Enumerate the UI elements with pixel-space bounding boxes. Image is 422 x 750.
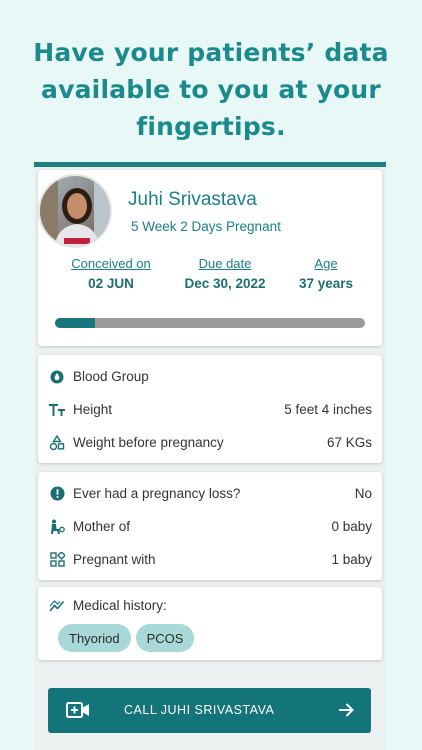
- row-label: Pregnant with: [73, 552, 156, 567]
- row-label: Height: [73, 402, 113, 417]
- call-patient-button[interactable]: CALL JUHI SRIVASTAVA: [48, 688, 371, 733]
- trend-chart-icon: [48, 597, 66, 615]
- list-item-pregnancy-loss[interactable]: Ever had a pregnancy loss? No: [48, 477, 372, 510]
- patient-profile-card: Juhi Srivastava 5 Week 2 Days Pregnant C…: [38, 170, 382, 346]
- call-button-label: CALL JUHI SRIVASTAVA: [124, 703, 275, 717]
- list-item-mother-of[interactable]: Mother of 0 baby: [48, 510, 372, 543]
- stat-due-date[interactable]: Due date Dec 30, 2022: [172, 256, 278, 291]
- list-item-weight[interactable]: Weight before pregnancy 67 KGs: [48, 426, 372, 459]
- pregnancy-status: 5 Week 2 Days Pregnant: [131, 219, 281, 234]
- pregnancy-history-card: Ever had a pregnancy loss? No Mother of …: [38, 472, 382, 580]
- row-value: 67 KGs: [326, 435, 372, 450]
- medical-history-header: Medical history:: [48, 589, 372, 622]
- pregnancy-progress-fill: [55, 318, 96, 328]
- avatar[interactable]: [38, 174, 112, 248]
- headline-line-3: fingertips.: [136, 112, 286, 141]
- list-item-pregnant-with[interactable]: Pregnant with 1 baby: [48, 543, 372, 576]
- weight-shapes-icon: [48, 434, 66, 452]
- row-label: Mother of: [73, 519, 131, 534]
- row-label: Blood Group: [73, 369, 149, 384]
- row-label: Ever had a pregnancy loss?: [73, 486, 241, 501]
- video-call-icon: [66, 701, 90, 724]
- row-label: Weight before pregnancy: [73, 435, 224, 450]
- text-height-icon: [48, 401, 66, 419]
- stat-label: Age: [314, 256, 338, 271]
- row-value: 0 baby: [331, 519, 372, 534]
- headline-line-2: available to you at your: [41, 75, 381, 104]
- row-value: 5 feet 4 inches: [284, 402, 372, 417]
- list-item-height[interactable]: Height 5 feet 4 inches: [48, 393, 372, 426]
- stat-label: Conceived on: [71, 256, 151, 271]
- grid-icon: [48, 551, 66, 569]
- arrow-right-icon: [337, 701, 355, 724]
- headline: Have your patients’ data available to yo…: [0, 34, 422, 145]
- alert-icon: [48, 485, 66, 503]
- stat-conceived-on[interactable]: Conceived on 02 JUN: [63, 256, 159, 291]
- stat-value: 37 years: [298, 276, 354, 291]
- row-value: No: [354, 486, 372, 501]
- stat-value: Dec 30, 2022: [184, 276, 266, 291]
- headline-line-1: Have your patients’ data: [33, 38, 389, 67]
- app-top-bar: [34, 162, 386, 167]
- medical-history-card: Medical history: Thyoriod PCOS: [38, 587, 382, 660]
- pregnancy-progress-bar: [55, 318, 365, 328]
- chip-pcos[interactable]: PCOS: [135, 624, 195, 652]
- mother-child-icon: [48, 518, 66, 536]
- stat-value: 02 JUN: [88, 276, 134, 291]
- list-item-blood-group[interactable]: Blood Group: [48, 360, 372, 393]
- patient-name: Juhi Srivastava: [128, 189, 257, 210]
- app-screen: Juhi Srivastava 5 Week 2 Days Pregnant C…: [34, 162, 386, 750]
- stat-age[interactable]: Age 37 years: [290, 256, 362, 291]
- row-value: 1 baby: [331, 552, 372, 567]
- medical-history-chips: Thyoriod PCOS: [48, 624, 372, 652]
- blood-drop-icon: [48, 368, 66, 386]
- chip-thyroid[interactable]: Thyoriod: [58, 624, 131, 652]
- stat-label: Due date: [198, 256, 252, 271]
- vitals-card: Blood Group Height 5 feet 4 inches Weigh…: [38, 355, 382, 463]
- medical-history-label: Medical history:: [73, 598, 167, 613]
